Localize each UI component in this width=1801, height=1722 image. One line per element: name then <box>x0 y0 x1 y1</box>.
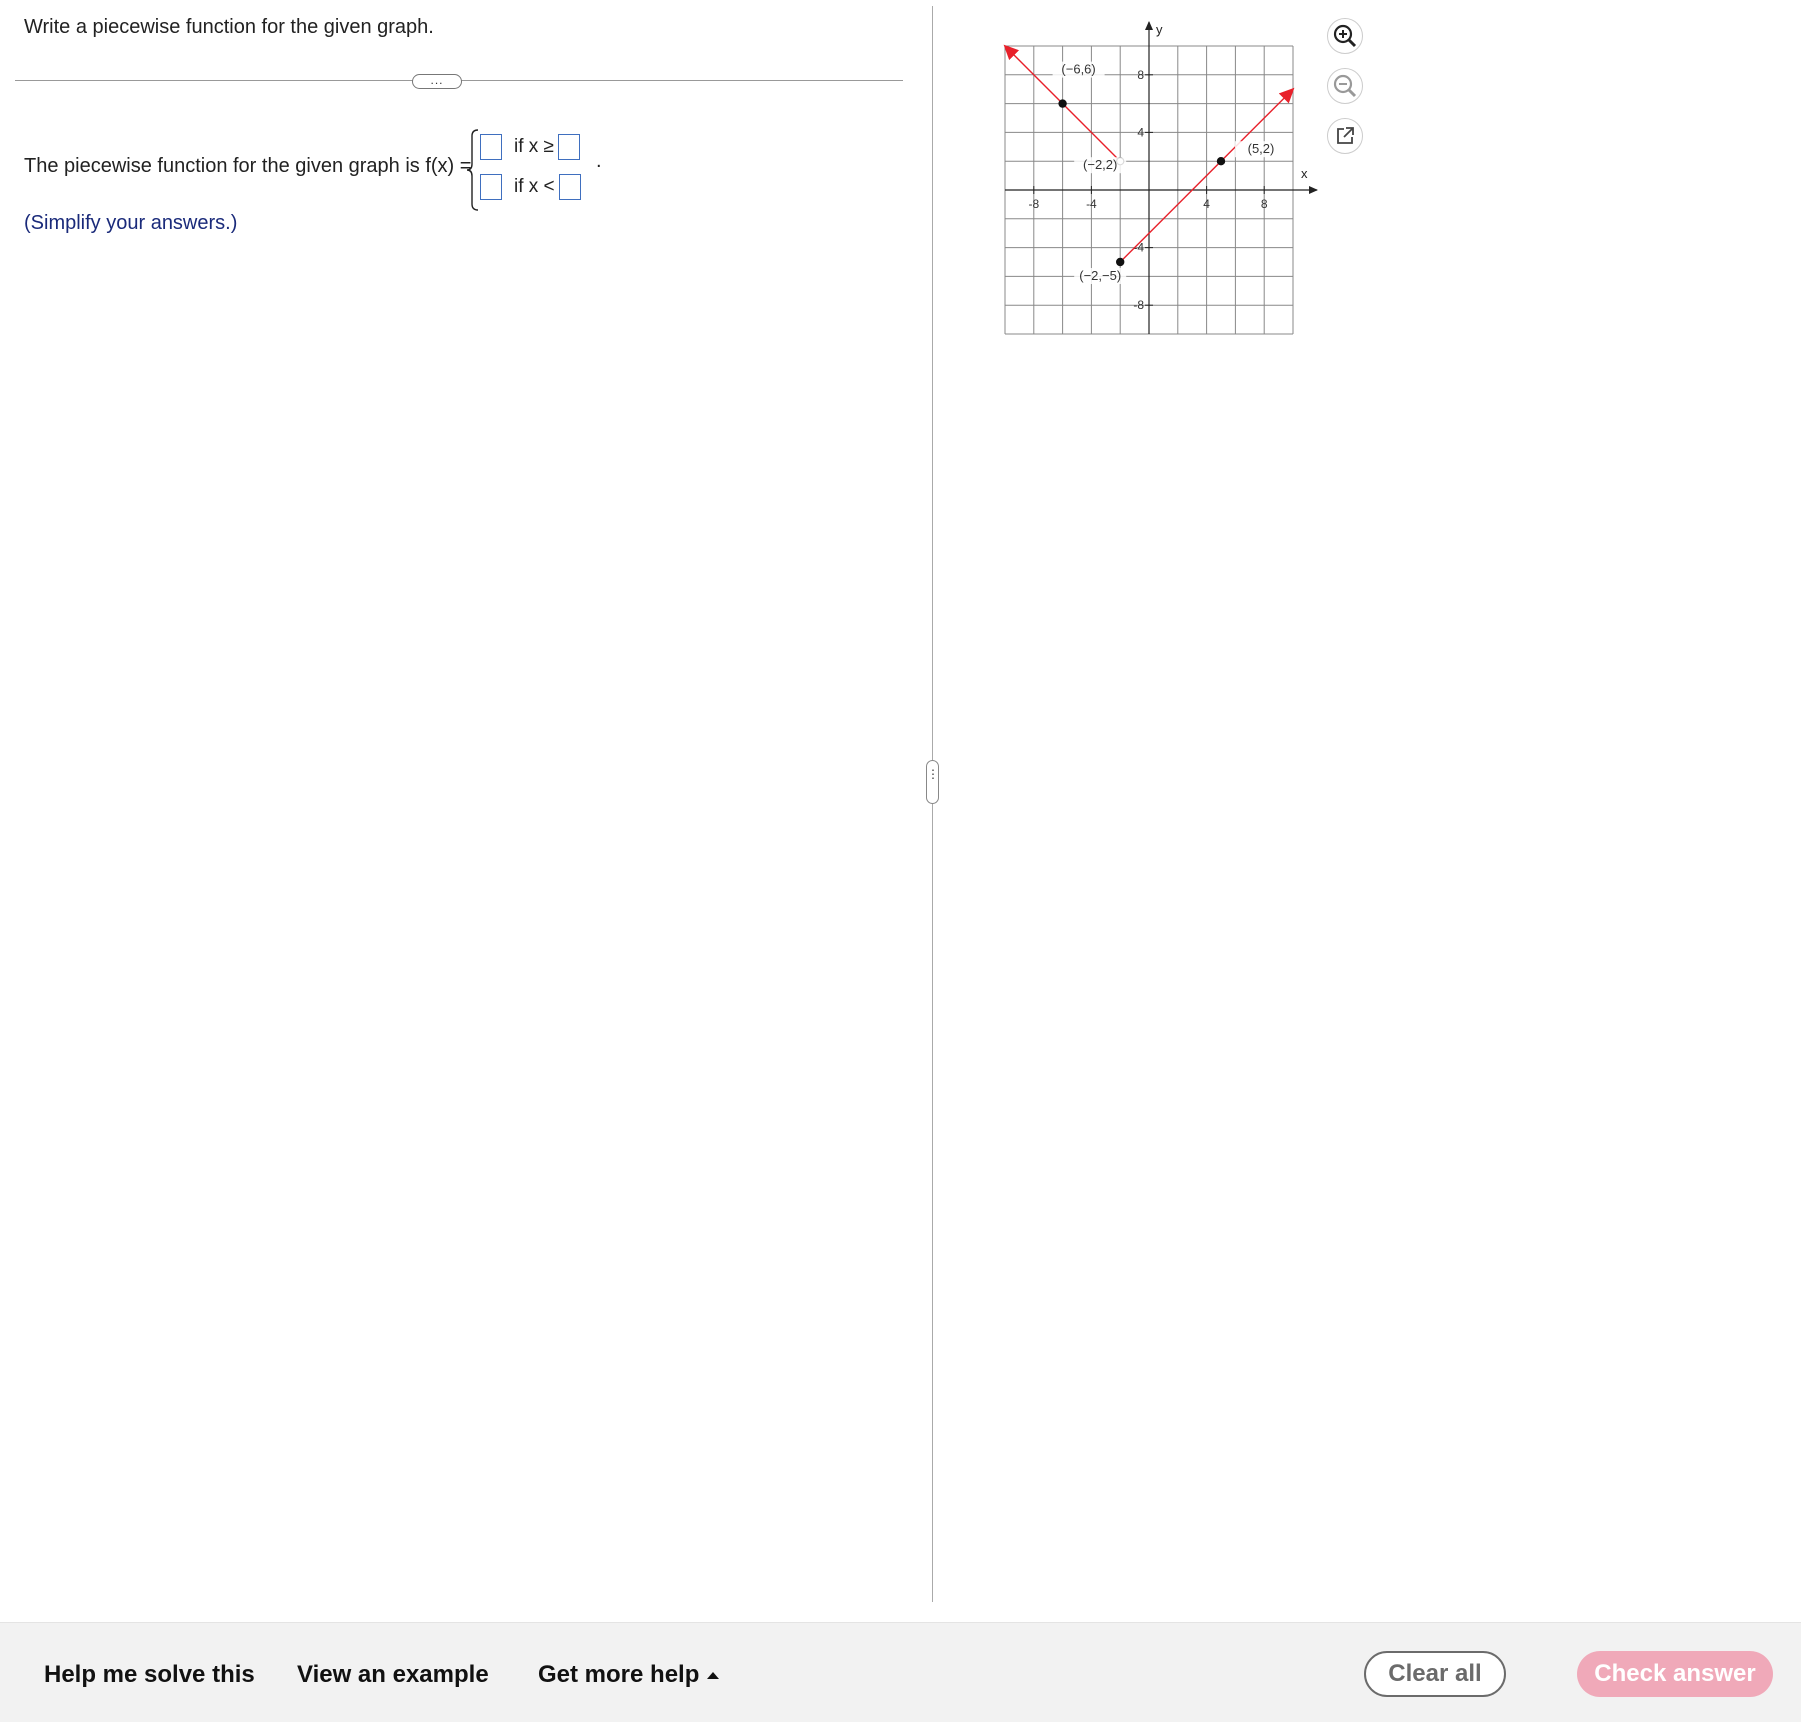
get-more-help-label: Get more help <box>538 1661 700 1688</box>
zoom-in-button[interactable] <box>1327 18 1363 54</box>
point-marker <box>1216 156 1226 166</box>
piece-row-1: if x ≥ <box>480 132 580 162</box>
piece2-bound-input[interactable] <box>558 174 581 200</box>
check-answer-button[interactable]: Check answer <box>1577 1651 1773 1697</box>
get-more-help-link[interactable]: Get more help <box>538 1661 720 1689</box>
piecewise-brace: if x ≥ if x < <box>466 128 616 212</box>
x-axis-label: x <box>1301 166 1308 181</box>
point-marker <box>1058 99 1067 108</box>
piece2-condition: if x < <box>514 176 555 197</box>
y-tick-label: -8 <box>1133 298 1144 312</box>
point-label: (−6,6) <box>1061 62 1095 77</box>
answer-prefix: The piecewise function for the given gra… <box>24 155 472 177</box>
popout-button[interactable] <box>1327 118 1363 154</box>
graph-figure: x y -8 -4 4 884-4-8 (−6,6)(−2,2)(5,2)(−2,−5… <box>1003 21 1318 335</box>
trailing-period: . <box>596 150 602 172</box>
question-pane: Write a piecewise function for the given… <box>0 0 930 1620</box>
view-example-link[interactable]: View an example <box>297 1661 489 1689</box>
piece-row-2: if x < <box>480 172 581 202</box>
piece1-bound-input[interactable] <box>558 134 580 160</box>
zoom-in-icon <box>1333 24 1357 48</box>
x-tick-label: -4 <box>1086 197 1097 211</box>
expand-more-button[interactable]: ... <box>412 74 462 89</box>
caret-up-icon <box>707 1672 720 1680</box>
external-link-icon <box>1337 127 1354 144</box>
y-axis-label: y <box>1156 22 1163 37</box>
pane-divider[interactable] <box>932 6 933 1602</box>
zoom-out-button[interactable] <box>1327 68 1363 104</box>
piece1-condition: if x ≥ <box>514 136 554 157</box>
piece2-expression-input[interactable] <box>480 174 502 200</box>
point-label: (−2,−5) <box>1079 268 1121 283</box>
point-marks: (−6,6) (−2,2) (5,2) (−2,−5) <box>1052 61 1287 284</box>
y-tick-label: 8 <box>1137 68 1144 82</box>
footer-bar: Help me solve this View an example Get m… <box>0 1622 1801 1722</box>
help-me-solve-link[interactable]: Help me solve this <box>44 1661 255 1689</box>
x-tick-label: 4 <box>1203 197 1210 211</box>
y-tick-label: 4 <box>1137 125 1144 139</box>
zoom-out-icon <box>1333 74 1357 98</box>
point-label: (−2,2) <box>1083 157 1117 172</box>
simplify-note: (Simplify your answers.) <box>24 212 238 234</box>
question-title: Write a piecewise function for the given… <box>24 16 434 38</box>
point-label: (5,2) <box>1248 141 1275 156</box>
curly-brace-icon <box>466 129 479 211</box>
piece1-expression-input[interactable] <box>480 134 502 160</box>
x-tick-label: 8 <box>1261 197 1268 211</box>
x-tick-label: -8 <box>1028 197 1039 211</box>
clear-all-button[interactable]: Clear all <box>1364 1651 1506 1697</box>
divider-handle[interactable]: ⋮ <box>926 760 939 804</box>
point-marker <box>1115 257 1125 267</box>
